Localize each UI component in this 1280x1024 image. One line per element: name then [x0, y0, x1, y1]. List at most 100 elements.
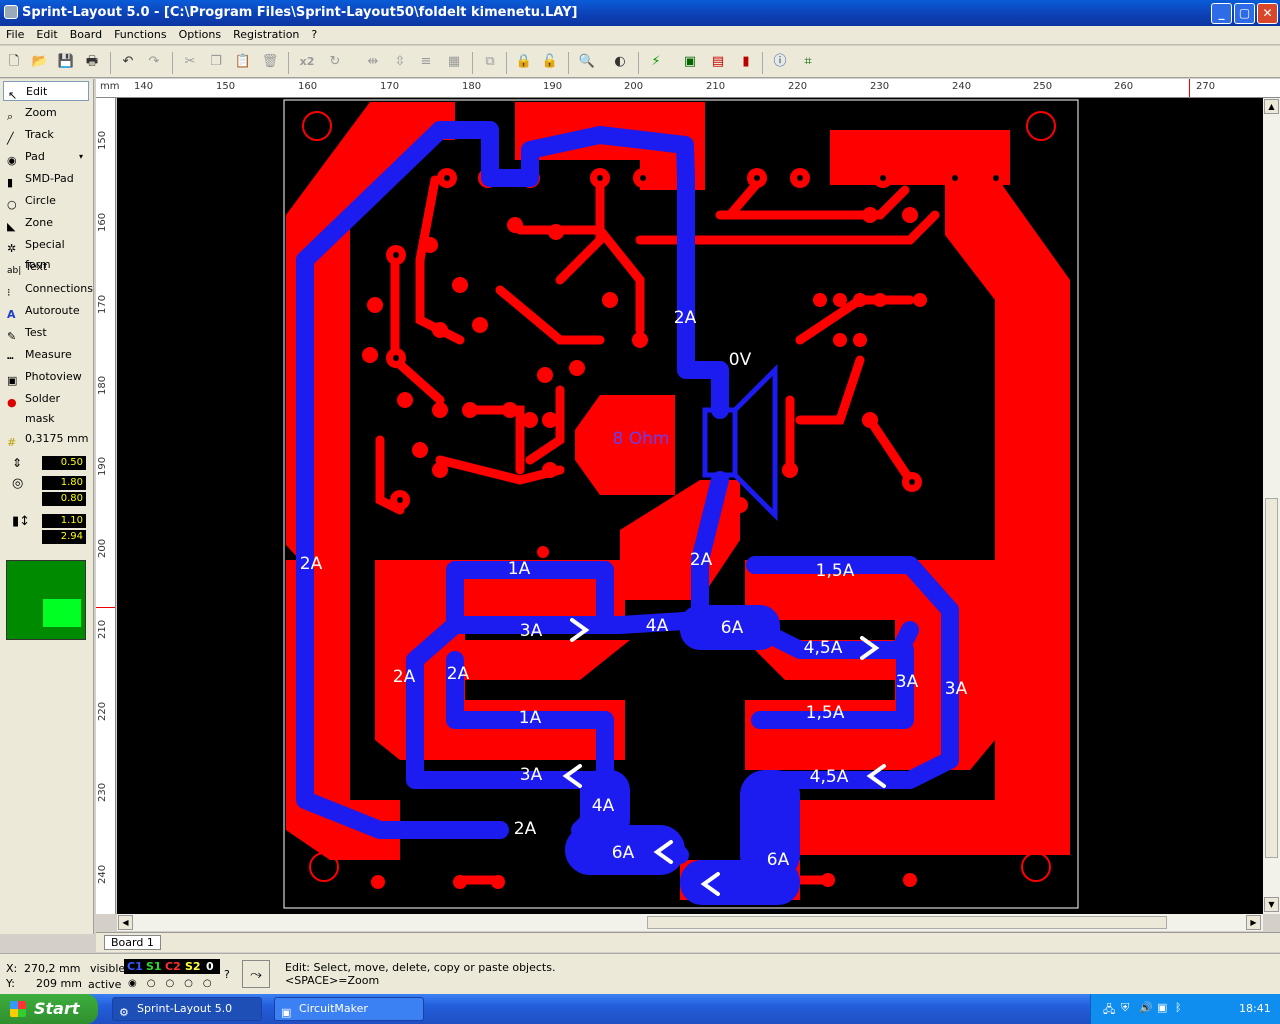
cut-icon[interactable]: ✂: [180, 52, 200, 72]
active-layer-radios[interactable]: ◉○○○○: [128, 978, 222, 989]
tray-bluetooth-icon[interactable]: ᛒ: [1175, 1001, 1182, 1014]
open-folder-icon[interactable]: 📂: [30, 52, 50, 72]
delete-icon[interactable]: 🗑: [260, 52, 280, 72]
windows-logo-icon: [10, 1001, 26, 1017]
menu-file[interactable]: File: [0, 26, 30, 41]
close-button[interactable]: ✕: [1257, 3, 1278, 24]
menu-functions[interactable]: Functions: [108, 26, 173, 41]
tool-smd-pad[interactable]: ▮ SMD-Pad: [3, 169, 89, 189]
tool-connections[interactable]: ⁝ Connections: [3, 279, 93, 299]
macro-icon[interactable]: ▮: [736, 52, 756, 72]
help-question[interactable]: ?: [224, 968, 230, 981]
tab-board-1[interactable]: Board 1: [104, 935, 161, 950]
smd-width-value[interactable]: 1.10: [42, 514, 86, 528]
track-width-row: ⇕ 0.50: [10, 456, 90, 472]
task-sprint-layout[interactable]: ⚙ Sprint-Layout 5.0: [112, 997, 262, 1021]
duplicate-x2-icon[interactable]: x2: [296, 52, 318, 72]
crop-icon[interactable]: ⌗: [798, 52, 818, 72]
current-label: 3A: [520, 621, 543, 641]
tool-solder-mask[interactable]: ● Solder mask: [3, 389, 89, 425]
horizontal-scroll-thumb[interactable]: [647, 916, 1167, 929]
tool-circle[interactable]: ○ Circle: [3, 191, 89, 211]
unlock-icon[interactable]: 🔓: [540, 52, 560, 72]
tester-icon[interactable]: ▣: [680, 52, 700, 72]
scroll-up-icon[interactable]: ▲: [1264, 99, 1279, 114]
new-file-icon[interactable]: 🗋: [4, 52, 24, 72]
tool-track[interactable]: ╱ Track: [3, 125, 89, 145]
copy-icon[interactable]: ❐: [206, 52, 226, 72]
undo-icon[interactable]: ↶: [118, 52, 138, 72]
current-label: 4A: [646, 616, 669, 636]
toolbar-separator: [762, 52, 763, 74]
pcb-canvas[interactable]: 2A 0V 8 Ohm 2A 1A 2A 1,5A 3A 4A 6A 4,5A …: [117, 98, 1263, 914]
task-circuitmaker[interactable]: ▣ CircuitMaker: [274, 997, 424, 1021]
track-width-value[interactable]: 0.50: [42, 456, 86, 470]
lock-icon[interactable]: 🔒: [514, 52, 534, 72]
minimize-button[interactable]: _: [1211, 3, 1232, 24]
layer-c2[interactable]: C2: [165, 959, 181, 974]
measure-icon: ┅: [7, 352, 14, 365]
scroll-left-icon[interactable]: ◀: [118, 915, 133, 930]
dropdown-arrow-icon[interactable]: ▾: [79, 147, 83, 167]
menu-edit[interactable]: Edit: [30, 26, 63, 41]
contrast-icon[interactable]: ◐: [610, 52, 630, 72]
print-icon[interactable]: 🖶: [82, 52, 102, 72]
menu-registration[interactable]: Registration: [227, 26, 305, 41]
autoroute-toolbar-icon[interactable]: ⚡: [646, 52, 666, 72]
align-icon[interactable]: ≡: [416, 52, 436, 72]
tool-pad[interactable]: ◉ Pad ▾: [3, 147, 89, 167]
tray-network-icon[interactable]: 🖧: [1103, 1001, 1115, 1020]
menu-help[interactable]: ?: [305, 26, 323, 41]
ruler-tick: 200: [97, 538, 108, 558]
tool-special-form[interactable]: ✲ Special form: [3, 235, 89, 271]
ruler-tick: 260: [1114, 81, 1134, 92]
redo-icon[interactable]: ↷: [144, 52, 164, 72]
grid-selector[interactable]: #0,3175 mm: [3, 429, 89, 449]
tool-edit[interactable]: ↖ Edit: [3, 81, 89, 102]
pad-outer-value[interactable]: 1.80: [42, 476, 86, 490]
tool-photoview[interactable]: ▣ Photoview: [3, 367, 89, 387]
save-icon[interactable]: 💾: [56, 52, 76, 72]
tool-measure[interactable]: ┅ Measure: [3, 345, 89, 365]
start-button[interactable]: Start: [0, 994, 98, 1024]
menu-options[interactable]: Options: [173, 26, 227, 41]
mirror-horizontal-icon[interactable]: ⇹: [363, 52, 383, 72]
connection-tool-icon[interactable]: ⤳: [242, 960, 270, 988]
zoom-icon[interactable]: 🔍: [577, 52, 597, 72]
layer-s2[interactable]: S2: [185, 959, 201, 974]
maximize-button[interactable]: ▢: [1234, 3, 1255, 24]
vertical-scroll-thumb[interactable]: [1265, 498, 1278, 858]
info-icon[interactable]: ⓘ: [770, 52, 790, 72]
menu-board[interactable]: Board: [64, 26, 108, 41]
tray-volume-icon[interactable]: 🔊: [1139, 1001, 1153, 1014]
ruler-tick: 170: [380, 81, 400, 92]
tray-display-icon[interactable]: ▣: [1157, 1001, 1167, 1014]
clock[interactable]: 18:41: [1239, 1002, 1271, 1015]
group-icon[interactable]: ▦: [444, 52, 464, 72]
tool-autoroute[interactable]: A Autoroute: [3, 301, 89, 321]
tool-test[interactable]: ✎ Test: [3, 323, 89, 343]
ruler-tick: 160: [97, 212, 108, 232]
paste-icon[interactable]: 📋: [233, 52, 253, 72]
vertical-scrollbar[interactable]: ▲ ▼: [1263, 98, 1280, 914]
scroll-right-icon[interactable]: ▶: [1246, 915, 1261, 930]
drc-icon[interactable]: ▤: [708, 52, 728, 72]
pad-preview: [6, 560, 86, 640]
layer-s1[interactable]: S1: [146, 959, 162, 974]
layer-c1[interactable]: C1: [127, 959, 143, 974]
horizontal-scrollbar[interactable]: ◀ ▶: [117, 914, 1263, 931]
mirror-vertical-icon[interactable]: ⇳: [390, 52, 410, 72]
pad-inner-value[interactable]: 0.80: [42, 492, 86, 506]
solder-mask-icon: ●: [7, 396, 17, 409]
toolbar-separator: [568, 52, 569, 74]
rotate-icon[interactable]: ↻: [325, 52, 345, 72]
pad-outer-row: ◎ 1.80: [10, 476, 90, 492]
tool-text[interactable]: ab| Text: [3, 257, 89, 277]
smd-height-value[interactable]: 2.94: [42, 530, 86, 544]
scroll-down-icon[interactable]: ▼: [1264, 897, 1279, 912]
tool-zone[interactable]: ◣ Zone: [3, 213, 89, 233]
layer-outline[interactable]: 0: [206, 959, 214, 974]
layer-icon[interactable]: ⧉: [480, 52, 500, 72]
tray-shield-icon[interactable]: ⛨: [1121, 1001, 1129, 1015]
tool-zoom[interactable]: ⌕ Zoom: [3, 103, 89, 123]
